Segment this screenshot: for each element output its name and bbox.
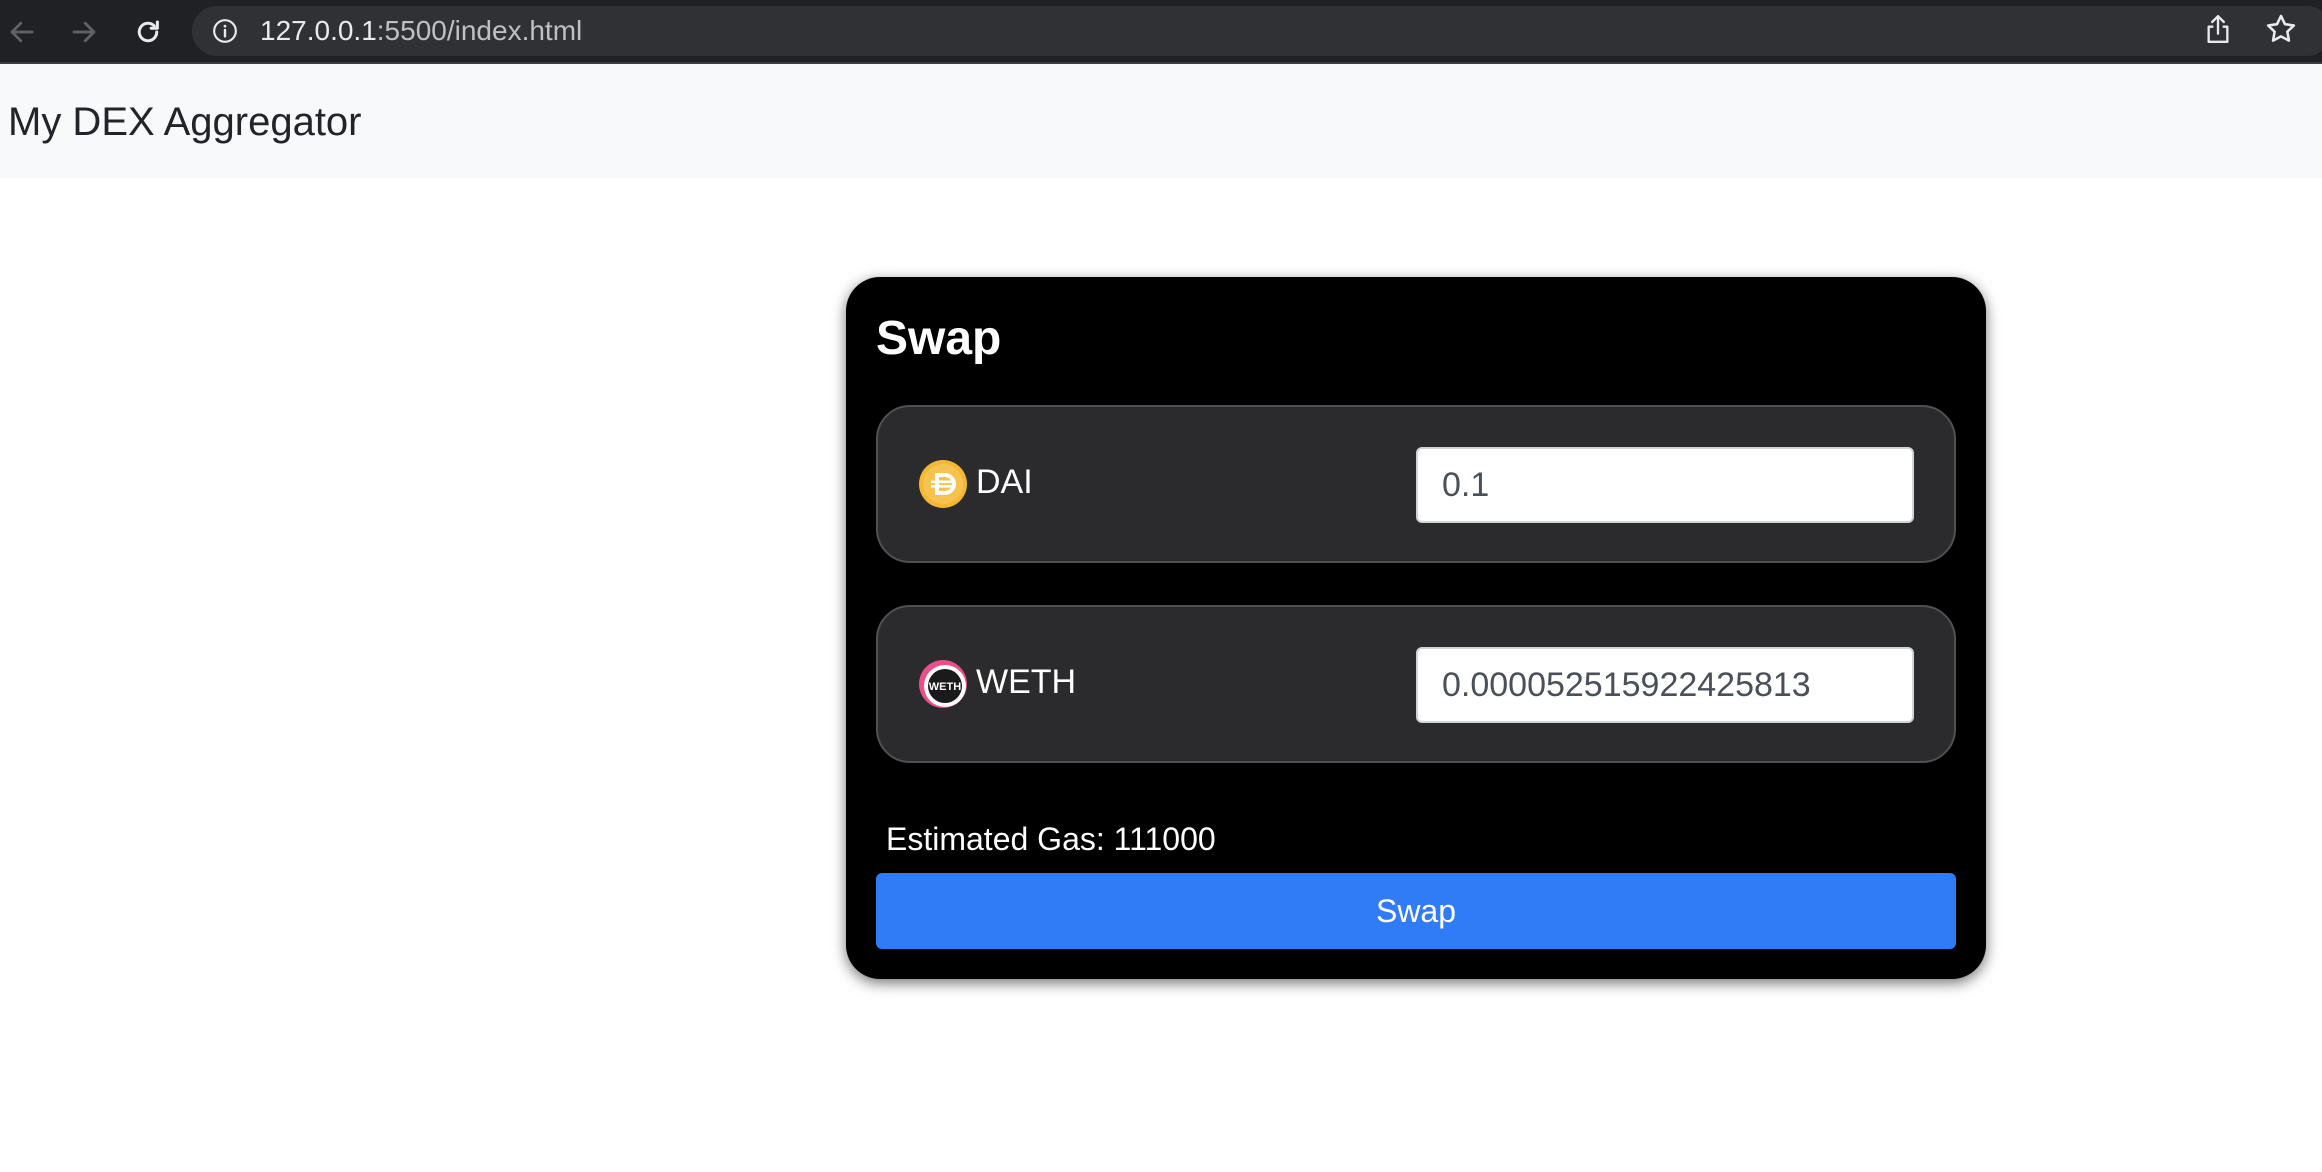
url-host: 127.0.0.1 xyxy=(260,15,377,46)
reload-button[interactable] xyxy=(126,10,170,54)
dai-logo-icon[interactable] xyxy=(918,459,968,509)
brand-title[interactable]: My DEX Aggregator xyxy=(8,100,362,144)
address-bar[interactable]: 127.0.0.1:5500/index.html xyxy=(192,6,2322,56)
reload-icon xyxy=(137,20,159,43)
to-token-symbol[interactable]: WETH xyxy=(976,663,1076,701)
site-navbar: My DEX Aggregator xyxy=(0,64,2322,178)
browser-toolbar: 127.0.0.1:5500/index.html xyxy=(0,0,2322,64)
estimated-gas-text: Estimated Gas: 111000 xyxy=(886,821,1216,857)
url-path: :5500/index.html xyxy=(376,15,583,46)
arrow-left-icon xyxy=(10,21,34,43)
info-icon[interactable] xyxy=(212,18,238,44)
swap-card: Swap DAI WETH WETH Estimated Gas: 111000… xyxy=(846,277,1986,979)
weth-logo-icon[interactable]: WETH xyxy=(918,659,968,709)
from-token-symbol[interactable]: DAI xyxy=(976,463,1033,501)
from-token-box: DAI xyxy=(876,405,1956,563)
arrow-right-icon xyxy=(72,21,96,43)
svg-text:WETH: WETH xyxy=(929,681,961,693)
swap-button[interactable]: Swap xyxy=(876,873,1956,949)
to-amount-input[interactable] xyxy=(1416,647,1914,723)
from-amount-input[interactable] xyxy=(1416,447,1914,523)
to-token-box: WETH WETH xyxy=(876,605,1956,763)
swap-title: Swap xyxy=(876,312,1002,365)
forward-button[interactable] xyxy=(62,10,106,54)
back-button[interactable] xyxy=(0,10,44,54)
bookmark-star-icon[interactable] xyxy=(2264,12,2298,46)
url-text[interactable]: 127.0.0.1:5500/index.html xyxy=(260,17,582,45)
share-icon[interactable] xyxy=(2204,12,2232,46)
